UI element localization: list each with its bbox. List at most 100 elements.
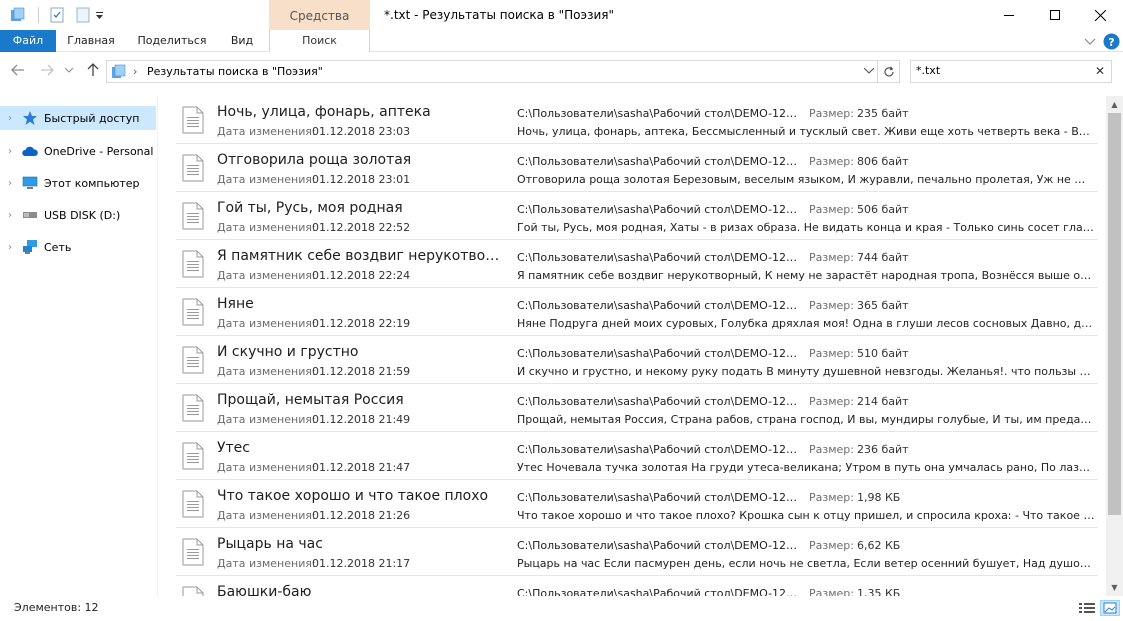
date-value: 01.12.2018 22:19 bbox=[312, 317, 411, 330]
result-row[interactable]: И скучно и грустно Дата изменения: 01.12.2… bbox=[176, 336, 1098, 384]
date-label: Дата изменения: bbox=[217, 461, 316, 474]
network-icon bbox=[22, 239, 38, 255]
nav-item-this-pc[interactable]: › Этот компьютер bbox=[0, 171, 156, 195]
size-value: 510 байт bbox=[857, 347, 909, 360]
forward-button[interactable] bbox=[37, 61, 57, 79]
result-row[interactable]: Баюшки-баю C:\Пользователи\sasha\Рабочий … bbox=[176, 576, 1098, 596]
result-row[interactable]: Прощай, немытая Россия Дата изменения: 01.… bbox=[176, 384, 1098, 432]
result-row[interactable]: Отговорила роща золотая Дата изменения: 01… bbox=[176, 144, 1098, 192]
chevron-right-icon[interactable]: › bbox=[0, 146, 20, 157]
large-icons-view-button[interactable] bbox=[1100, 600, 1120, 616]
file-name[interactable]: Рыцарь на час bbox=[217, 536, 502, 552]
scroll-up-icon[interactable]: ▲ bbox=[1106, 96, 1123, 113]
details-view-button[interactable] bbox=[1077, 600, 1097, 616]
result-row[interactable]: Что такое хорошо и что такое плохо Дата и… bbox=[176, 480, 1098, 528]
item-count: Элементов: 12 bbox=[14, 601, 99, 614]
recent-locations-button[interactable] bbox=[62, 61, 76, 79]
date-label: Дата изменения: bbox=[217, 269, 316, 282]
content-snippet: Няне Подруга дней моих суровых, Голубка … bbox=[517, 317, 1095, 330]
breadcrumb[interactable]: Результаты поиска в "Поэзия" bbox=[147, 61, 323, 82]
search-box[interactable]: ✕ bbox=[910, 60, 1112, 83]
content-snippet: Что такое хорошо и что такое плохо? Крош… bbox=[517, 509, 1095, 522]
tab-share[interactable]: Поделиться bbox=[131, 30, 213, 52]
ribbon-tabs: Файл Главная Поделиться Вид Поиск ? bbox=[0, 30, 1123, 52]
vertical-scrollbar[interactable]: ▲ ▼ bbox=[1106, 96, 1123, 596]
chevron-right-icon[interactable]: › bbox=[0, 210, 20, 221]
file-path: C:\Пользователи\sasha\Рабочий стол\DEMO-… bbox=[517, 587, 799, 596]
nav-item-onedrive[interactable]: › OneDrive - Personal bbox=[0, 139, 156, 163]
file-name[interactable]: И скучно и грустно bbox=[217, 344, 502, 360]
result-row[interactable]: Гой ты, Русь, моя родная Дата изменения: 0… bbox=[176, 192, 1098, 240]
content-snippet: Рыцарь на час Если пасмурен день, если н… bbox=[517, 557, 1095, 570]
search-input[interactable] bbox=[916, 64, 1086, 77]
address-dropdown-icon[interactable] bbox=[862, 61, 876, 82]
file-name[interactable]: Няне bbox=[217, 296, 502, 312]
tab-home[interactable]: Главная bbox=[60, 30, 122, 52]
text-file-icon bbox=[182, 490, 204, 518]
tab-file[interactable]: Файл bbox=[0, 30, 56, 52]
properties-icon[interactable] bbox=[49, 7, 65, 23]
nav-item-usb-disk[interactable]: › USB DISK (D:) bbox=[0, 203, 156, 227]
tab-search[interactable]: Поиск bbox=[269, 30, 370, 52]
maximize-button[interactable] bbox=[1032, 0, 1078, 30]
text-file-icon bbox=[182, 538, 204, 566]
scrollbar-thumb[interactable] bbox=[1108, 113, 1121, 515]
customize-toolbar-icon[interactable] bbox=[95, 7, 105, 23]
content-snippet: Я памятник себе воздвиг нерукотворный, К… bbox=[517, 269, 1095, 282]
file-name[interactable]: Утес bbox=[217, 440, 502, 456]
refresh-button[interactable] bbox=[877, 61, 899, 82]
size-label: Размер: bbox=[809, 299, 854, 312]
up-button[interactable] bbox=[83, 61, 103, 79]
chevron-down-icon bbox=[65, 67, 73, 73]
result-row[interactable]: Ночь, улица, фонарь, аптека Дата изменени… bbox=[176, 96, 1098, 144]
date-label: Дата изменения: bbox=[217, 173, 316, 186]
file-path: C:\Пользователи\sasha\Рабочий стол\DEMO-… bbox=[517, 251, 799, 264]
expand-ribbon-icon[interactable] bbox=[1084, 33, 1096, 49]
file-name[interactable]: Прощай, немытая Россия bbox=[217, 392, 502, 408]
file-name[interactable]: Что такое хорошо и что такое плохо bbox=[217, 488, 502, 504]
result-row[interactable]: Утес Дата изменения: 01.12.2018 21:47 C:\По… bbox=[176, 432, 1098, 480]
size-value: 6,62 КБ bbox=[857, 539, 901, 552]
date-value: 01.12.2018 23:01 bbox=[312, 173, 411, 186]
nav-item-label: USB DISK (D:) bbox=[44, 208, 121, 222]
date-label: Дата изменения: bbox=[217, 125, 316, 138]
star-icon bbox=[22, 110, 38, 126]
text-file-icon bbox=[182, 442, 204, 470]
chevron-right-icon[interactable]: › bbox=[0, 242, 20, 253]
breadcrumb-separator[interactable]: › bbox=[133, 61, 137, 82]
file-path: C:\Пользователи\sasha\Рабочий стол\DEMO-… bbox=[517, 443, 799, 456]
file-name[interactable]: Ночь, улица, фонарь, аптека bbox=[217, 104, 502, 120]
size-label: Размер: bbox=[809, 155, 854, 168]
file-name[interactable]: Гой ты, Русь, моя родная bbox=[217, 200, 502, 216]
result-row[interactable]: Я памятник себе воздвиг нерукотворн... Да… bbox=[176, 240, 1098, 288]
nav-item-network[interactable]: › Сеть bbox=[0, 235, 156, 259]
file-name[interactable]: Отговорила роща золотая bbox=[217, 152, 502, 168]
chevron-right-icon[interactable]: › bbox=[0, 178, 20, 189]
new-folder-icon[interactable] bbox=[75, 7, 91, 23]
content-snippet: Ночь, улица, фонарь, аптека, Бессмысленн… bbox=[517, 125, 1095, 138]
address-bar[interactable]: › Результаты поиска в "Поэзия" bbox=[106, 60, 900, 83]
result-row[interactable]: Рыцарь на час Дата изменения: 01.12.2018 2… bbox=[176, 528, 1098, 576]
size-label: Размер: bbox=[809, 251, 854, 264]
help-icon[interactable]: ? bbox=[1103, 33, 1120, 49]
tab-view[interactable]: Вид bbox=[222, 30, 262, 52]
chevron-right-icon[interactable]: › bbox=[0, 113, 20, 124]
size-label: Размер: bbox=[809, 107, 854, 120]
result-row[interactable]: Няне Дата изменения: 01.12.2018 22:19 C:\По… bbox=[176, 288, 1098, 336]
file-name[interactable]: Баюшки-баю bbox=[217, 584, 502, 596]
close-button[interactable] bbox=[1077, 0, 1123, 30]
size-value: 1,98 КБ bbox=[857, 491, 901, 504]
usb-drive-icon bbox=[22, 207, 38, 223]
nav-item-quick-access[interactable]: › Быстрый доступ bbox=[0, 106, 156, 130]
date-label: Дата изменения: bbox=[217, 509, 316, 522]
date-value: 01.12.2018 21:49 bbox=[312, 413, 411, 426]
computer-icon bbox=[22, 175, 38, 191]
file-name[interactable]: Я памятник себе воздвиг нерукотворн... bbox=[217, 248, 502, 264]
scroll-down-icon[interactable]: ▼ bbox=[1106, 579, 1123, 596]
cloud-icon bbox=[22, 143, 38, 159]
minimize-button[interactable] bbox=[986, 0, 1032, 30]
clear-search-icon[interactable]: ✕ bbox=[1095, 64, 1105, 78]
folder-icon[interactable] bbox=[10, 7, 26, 23]
large-icons-view-icon bbox=[1103, 602, 1117, 614]
back-button[interactable] bbox=[8, 61, 28, 79]
